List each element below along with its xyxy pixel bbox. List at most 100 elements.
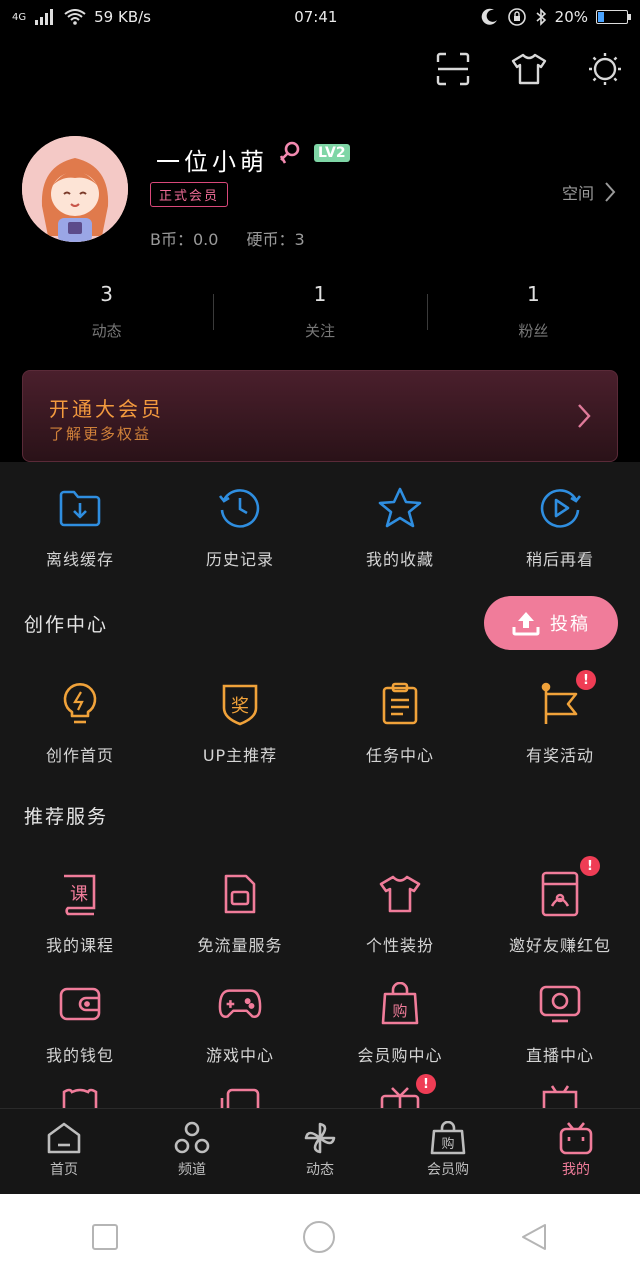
wallet-item[interactable]: 我的钱包 <box>0 982 160 1066</box>
award-badge-icon <box>62 1088 98 1108</box>
stat-label: 粉丝 <box>518 322 549 340</box>
member-shop-item[interactable]: 购 会员购中心 <box>320 982 480 1066</box>
live-center-item[interactable]: 直播中心 <box>480 982 640 1066</box>
history-item[interactable]: 历史记录 <box>160 486 320 570</box>
up-recommend-item[interactable]: 奖 UP主推荐 <box>160 682 320 766</box>
hard-coin-balance: 硬币：3 <box>246 230 305 249</box>
services-grid-row3: ! <box>0 1074 640 1108</box>
pinwheel-icon <box>304 1122 336 1154</box>
service-label: 会员购中心 <box>357 1046 443 1065</box>
service-label: 免流量服务 <box>197 936 283 955</box>
notification-badge: ! <box>416 1074 436 1094</box>
stat-following[interactable]: 1 关注 <box>213 282 426 352</box>
vip-status-badge: 正式会员 <box>150 182 229 207</box>
svg-text:购: 购 <box>392 1002 407 1020</box>
upload-icon <box>512 612 540 636</box>
tshirt-icon[interactable] <box>510 50 548 88</box>
tv-mascot-icon <box>559 1122 593 1155</box>
coin-balances: B币：0.0 硬币：3 <box>150 226 305 250</box>
status-bar: 4G 59 KB/s 07:41 20% <box>0 0 640 34</box>
theme-icon[interactable] <box>586 50 624 88</box>
nav-channel[interactable]: 频道 <box>128 1109 256 1195</box>
svg-text:购: 购 <box>441 1136 454 1152</box>
service-partial-item[interactable] <box>160 1084 320 1108</box>
tshirt-icon <box>378 872 422 916</box>
chevron-right-icon <box>605 182 616 202</box>
nav-mine[interactable]: 我的 <box>512 1109 640 1195</box>
data-free-item[interactable]: 免流量服务 <box>160 872 320 956</box>
clipboard-icon <box>378 682 422 726</box>
female-icon <box>278 140 302 172</box>
service-label: 我的课程 <box>45 936 114 955</box>
service-label: 我的钱包 <box>45 1046 114 1065</box>
quick-action-label: 离线缓存 <box>45 550 114 569</box>
history-clock-icon <box>218 486 262 530</box>
stat-value: 3 <box>100 282 114 306</box>
game-center-item[interactable]: 游戏中心 <box>160 982 320 1066</box>
service-partial-item[interactable]: ! <box>320 1074 480 1108</box>
nav-member-shop[interactable]: 购 会员购 <box>384 1109 512 1195</box>
space-link-label: 空间 <box>561 184 594 203</box>
stats-row: 3 动态 1 关注 1 粉丝 <box>0 282 640 352</box>
notification-badge: ! <box>580 856 600 876</box>
space-link[interactable]: 空间 <box>562 180 616 204</box>
home-icon <box>47 1122 81 1154</box>
dress-up-item[interactable]: 个性装扮 <box>320 872 480 956</box>
nav-label: 会员购 <box>427 1162 469 1178</box>
gamepad-icon <box>218 982 262 1026</box>
creation-label: UP主推荐 <box>202 746 278 765</box>
flag-icon <box>538 682 582 726</box>
recent-apps-icon[interactable] <box>91 1223 119 1251</box>
favorites-item[interactable]: 我的收藏 <box>320 486 480 570</box>
offline-cache-item[interactable]: 离线缓存 <box>0 486 160 570</box>
vip-banner-title: 开通大会员 <box>49 397 164 421</box>
services-grid-row2: 我的钱包 游戏中心 购 会员购中心 直播中心 <box>0 982 640 1066</box>
channel-icon <box>174 1121 210 1154</box>
nav-dynamics[interactable]: 动态 <box>256 1109 384 1195</box>
nav-label: 我的 <box>562 1162 590 1178</box>
profile-header: 一位小萌 LV2 正式会员 B币：0.0 硬币：3 空间 <box>22 130 620 250</box>
signal-icon <box>35 9 54 25</box>
stat-label: 关注 <box>304 322 335 340</box>
stat-dynamics[interactable]: 3 动态 <box>0 282 213 352</box>
nav-label: 首页 <box>50 1162 78 1178</box>
b-coin-balance: B币：0.0 <box>150 230 219 249</box>
creation-home-item[interactable]: 创作首页 <box>0 682 160 766</box>
live-tv-icon <box>538 982 582 1026</box>
publish-button[interactable]: 投稿 <box>484 596 618 650</box>
shopping-bag-icon: 购 <box>378 982 422 1026</box>
mascot-icon <box>542 1085 578 1108</box>
bluetooth-icon <box>536 8 546 26</box>
quick-actions: 离线缓存 历史记录 我的收藏 稍后再看 <box>0 486 640 570</box>
creation-label: 创作首页 <box>45 746 114 765</box>
watch-later-item[interactable]: 稍后再看 <box>480 486 640 570</box>
vip-banner[interactable]: 开通大会员 了解更多权益 <box>22 370 618 462</box>
nav-home[interactable]: 首页 <box>0 1109 128 1195</box>
download-folder-icon <box>58 486 102 530</box>
avatar[interactable] <box>22 136 128 242</box>
home-button-icon[interactable] <box>302 1220 336 1254</box>
quick-action-label: 我的收藏 <box>365 550 434 569</box>
notification-badge: ! <box>576 670 596 690</box>
service-label: 游戏中心 <box>205 1046 274 1065</box>
rotation-lock-icon <box>507 8 526 26</box>
task-center-item[interactable]: 任务中心 <box>320 682 480 766</box>
wifi-icon <box>64 9 86 25</box>
service-partial-item[interactable] <box>480 1084 640 1108</box>
vip-banner-subtitle: 了解更多权益 <box>49 425 152 443</box>
svg-text:课: 课 <box>70 884 88 905</box>
back-icon[interactable] <box>519 1222 549 1252</box>
invite-friends-item[interactable]: ! 邀好友赚红包 <box>480 856 640 956</box>
stat-followers[interactable]: 1 粉丝 <box>426 282 640 352</box>
service-partial-item[interactable] <box>0 1084 160 1108</box>
quick-action-label: 历史记录 <box>205 550 274 569</box>
wallet-icon <box>58 982 102 1026</box>
menu-panel: 离线缓存 历史记录 我的收藏 稍后再看 创作中心 投稿 创作首页 奖 UP主推荐… <box>0 462 640 1108</box>
reward-activity-item[interactable]: ! 有奖活动 <box>480 670 640 766</box>
stat-value: 1 <box>313 282 327 306</box>
my-courses-item[interactable]: 课 我的课程 <box>0 872 160 956</box>
network-speed: 59 KB/s <box>94 8 151 26</box>
scan-icon[interactable] <box>434 50 472 88</box>
level-badge: LV2 <box>314 144 350 162</box>
play-later-icon <box>538 486 582 530</box>
